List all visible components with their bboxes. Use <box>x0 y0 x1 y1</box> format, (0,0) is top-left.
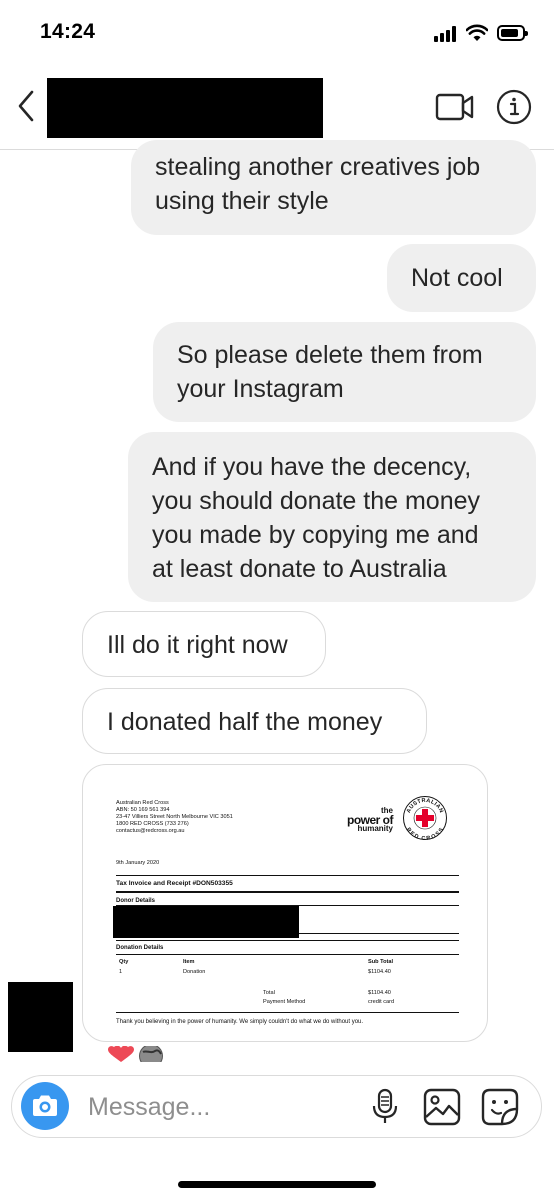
message-reactions[interactable] <box>107 1046 177 1062</box>
message-text: I donated half the money <box>107 708 383 736</box>
info-icon[interactable] <box>496 89 532 125</box>
address-line: contactus@redcross.org.au <box>116 828 185 834</box>
status-time: 14:24 <box>40 20 96 43</box>
receipt-image-message[interactable]: Australian Red Cross ABN: 50 169 561 394… <box>82 764 488 1042</box>
receipt-thanks: Thank you believing in the power of huma… <box>116 1019 364 1025</box>
microphone-icon[interactable] <box>370 1088 400 1126</box>
receipt-row-item: Donation <box>183 969 206 975</box>
receipt-donor-heading: Donor Details <box>116 898 156 904</box>
message-text-line: And if you have the decency, <box>152 453 472 481</box>
receipt-row-subtotal: $1104.40 <box>368 969 391 975</box>
camera-icon <box>33 1095 57 1116</box>
receipt-col-qty: Qty <box>119 959 129 965</box>
status-bar: 14:24 <box>0 0 554 60</box>
receipt-divider <box>299 933 459 934</box>
receipt-row-qty: 1 <box>119 969 123 975</box>
message-bubble-sent[interactable]: stealing another creatives job using the… <box>131 140 536 235</box>
address-line: Australian Red Cross <box>116 800 169 806</box>
message-bubble-received[interactable]: Ill do it right now <box>82 611 326 677</box>
signal-icon <box>434 26 460 42</box>
chevron-left-icon[interactable] <box>10 84 46 128</box>
camera-button[interactable] <box>21 1082 69 1130</box>
wifi-icon <box>466 24 488 41</box>
message-text-line: using their style <box>155 187 329 215</box>
receipt-col-subtotal: Sub Total <box>368 959 394 965</box>
message-text-line: your Instagram <box>177 375 344 403</box>
address-line: 1800 RED CROSS (733 276) <box>116 821 189 827</box>
receipt-divider <box>116 875 459 876</box>
receipt-divider <box>116 954 459 955</box>
receipt-col-item: Item <box>183 959 195 965</box>
receipt-total-label: Total <box>263 990 275 996</box>
video-call-icon[interactable] <box>435 90 475 124</box>
address-line: ABN: 50 169 561 394 <box>116 807 170 813</box>
receipt-date: 9th January 2020 <box>116 860 160 866</box>
heart-emoji <box>108 1046 134 1062</box>
message-text-line: stealing another creatives job <box>155 153 481 181</box>
receipt-payment-label: Payment Method <box>263 999 306 1005</box>
message-bubble-sent[interactable]: And if you have the decency, you should … <box>128 432 536 602</box>
redacted-avatar[interactable] <box>8 982 73 1052</box>
home-indicator[interactable] <box>178 1181 376 1188</box>
message-input[interactable] <box>88 1089 348 1125</box>
receipt-address: Australian Red Cross ABN: 50 169 561 394… <box>116 800 296 835</box>
receipt-invoice-title: Tax Invoice and Receipt #DON503355 <box>116 880 233 887</box>
message-bubble-sent[interactable]: So please delete them from your Instagra… <box>153 322 536 422</box>
battery-icon <box>497 25 528 41</box>
chat-header <box>0 60 554 150</box>
power-of-humanity-logo: the power of humanity <box>337 807 394 833</box>
message-text-line: you made by copying me and <box>152 521 479 549</box>
message-composer <box>11 1075 542 1138</box>
sticker-icon[interactable] <box>480 1087 520 1127</box>
logo-line: humanity <box>357 824 393 833</box>
red-cross-emblem-icon: AUSTRALIAN RED CROSS <box>403 796 447 841</box>
message-text: Ill do it right now <box>107 631 288 659</box>
message-text-line: at least donate to Australia <box>152 555 447 583</box>
receipt-total-value: $1104.40 <box>368 990 391 996</box>
receipt-donation-heading: Donation Details <box>116 945 164 951</box>
message-bubble-sent[interactable]: Not cool <box>387 244 536 312</box>
redacted-username[interactable] <box>47 78 323 138</box>
receipt-divider <box>116 1012 459 1013</box>
message-text: Not cool <box>411 264 503 292</box>
message-bubble-received[interactable]: I donated half the money <box>82 688 427 754</box>
redacted-donor-info <box>113 906 299 938</box>
globe-emoji <box>139 1046 163 1062</box>
address-line: 23-47 Villiers Street North Melbourne VI… <box>116 814 233 820</box>
receipt-payment-value: credit card <box>368 999 395 1005</box>
receipt-divider <box>116 940 459 941</box>
message-text-line: So please delete them from <box>177 341 483 369</box>
gallery-icon[interactable] <box>422 1087 462 1127</box>
receipt-divider <box>116 891 459 893</box>
message-text-line: you should donate the money <box>152 487 481 515</box>
